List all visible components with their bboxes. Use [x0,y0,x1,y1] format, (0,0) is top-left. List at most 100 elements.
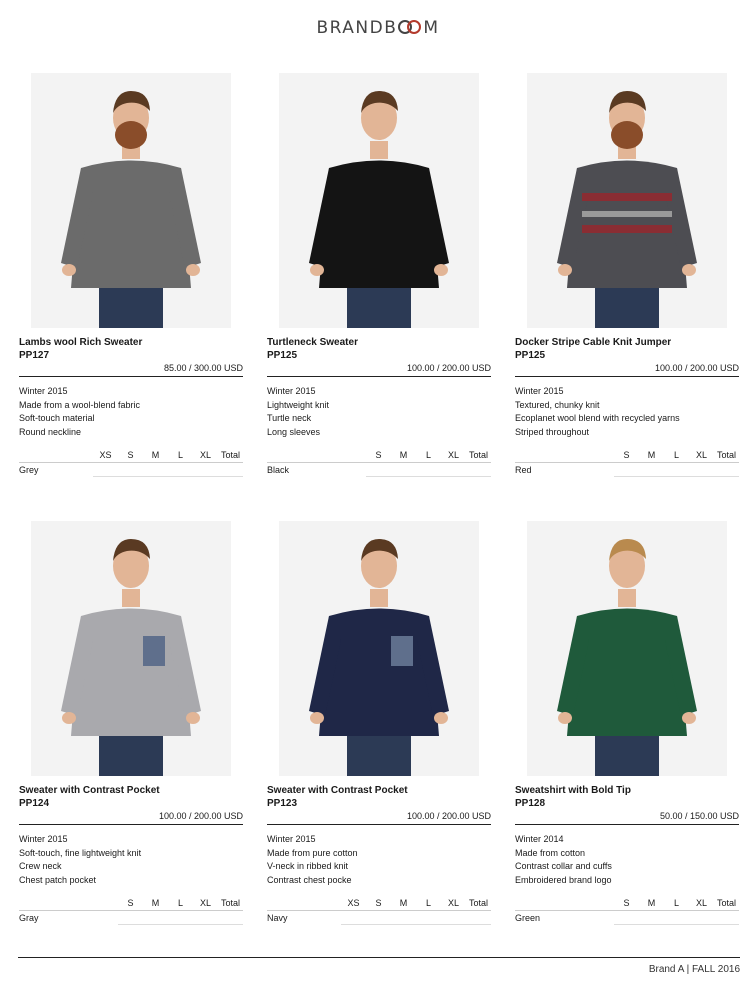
product-price: 100.00 / 200.00 USD [19,810,243,825]
quantity-input[interactable] [143,463,168,478]
quantity-input[interactable] [441,911,466,926]
size-grid: XS S M L XL Total Grey [19,449,243,478]
size-header: Total [716,450,736,461]
size-grid-row: Green [515,911,739,926]
quantity-cells [614,911,739,926]
size-header: XL [695,450,707,461]
product-details: Winter 2015 Made from pure cotton V-neck i… [267,833,491,887]
product-detail-line: Soft-touch material [19,413,95,424]
quantity-input[interactable] [366,463,391,478]
quantity-input[interactable] [689,911,714,926]
quantity-input[interactable] [391,911,416,926]
quantity-input[interactable] [391,463,416,478]
footer-text: Brand A | FALL 2016 [648,964,740,975]
logo-text-start: BRANDB [316,18,398,38]
quantity-input[interactable] [689,463,714,478]
quantity-cells [118,911,243,926]
product-detail-line: Embroidered brand logo [515,874,612,885]
product-photo [527,521,727,776]
product-photo [31,73,231,328]
product-detail-line: Made from pure cotton [267,847,358,858]
size-grid-header: S M L XL Total [515,897,739,912]
product-detail-line: Made from cotton [515,847,586,858]
quantity-input[interactable] [168,463,193,478]
product-card: Lambs wool Rich Sweater PP127 85.00 / 30… [19,73,243,478]
quantity-input[interactable] [639,911,664,926]
size-grid-row: Navy [267,911,491,926]
size-header: L [673,450,679,461]
product-price: 85.00 / 300.00 USD [19,362,243,377]
product-code: PP124 [19,798,50,809]
quantity-input[interactable] [466,463,491,478]
size-header: L [425,898,431,909]
product-detail-line: Long sleeves [267,426,321,437]
size-header: Total [220,450,240,461]
size-grid-header: S M L XL Total [19,897,243,912]
product-photo [31,521,231,776]
product-detail-line: Winter 2015 [19,386,68,396]
size-grid: S M L XL Total Black [267,449,491,478]
quantity-input[interactable] [193,463,218,478]
product-name: Lambs wool Rich Sweater [19,337,143,348]
quantity-input[interactable] [714,911,739,926]
product-photo [279,521,479,776]
product-details: Winter 2015 Textured, chunky knit Ecoplane… [515,385,739,439]
size-header: XL [199,450,211,461]
quantity-input[interactable] [714,463,739,478]
product-code: PP128 [515,798,546,809]
quantity-input[interactable] [441,463,466,478]
size-header: L [177,450,183,461]
product-name: Sweater with Contrast Pocket [267,785,408,796]
product-card: Sweater with Contrast Pocket PP124 100.0… [19,521,243,926]
product-detail-line: Round neckline [19,426,82,437]
size-header: L [425,450,431,461]
quantity-cells [341,911,491,926]
quantity-input[interactable] [466,911,491,926]
product-detail-line: Striped throughout [515,426,590,437]
quantity-input[interactable] [143,911,168,926]
product-detail-line: Chest patch pocket [19,874,97,885]
product-detail-line: Soft-touch, fine lightweight knit [19,847,142,858]
size-header: Total [468,898,488,909]
size-header: M [151,450,160,461]
size-grid-header: S M L XL Total [267,449,491,464]
product-name: Sweater with Contrast Pocket [19,785,160,796]
product-detail-line: Textured, chunky knit [515,399,600,410]
product-detail-line: Winter 2015 [267,834,316,844]
color-label: Grey [19,465,39,476]
size-header: L [177,898,183,909]
size-header: XS [99,450,112,461]
size-header: S [623,898,630,909]
color-label: Black [267,465,290,476]
size-header: M [399,450,408,461]
product-name: Turtleneck Sweater [267,337,358,348]
quantity-input[interactable] [341,911,366,926]
quantity-input[interactable] [218,911,243,926]
quantity-input[interactable] [118,463,143,478]
quantity-input[interactable] [118,911,143,926]
product-photo [527,73,727,328]
product-detail-line: Lightweight knit [267,399,330,410]
size-grid-row: Grey [19,463,243,478]
quantity-input[interactable] [193,911,218,926]
quantity-input[interactable] [664,463,689,478]
quantity-input[interactable] [664,911,689,926]
quantity-input[interactable] [614,463,639,478]
color-label: Red [515,465,532,476]
quantity-input[interactable] [416,463,441,478]
quantity-input[interactable] [93,463,118,478]
product-detail-line: Winter 2015 [267,386,316,396]
quantity-input[interactable] [614,911,639,926]
quantity-input[interactable] [366,911,391,926]
color-label: Navy [267,913,288,924]
size-header: L [673,898,679,909]
product-code: PP125 [267,350,298,361]
size-header: M [151,898,160,909]
size-header: Total [716,898,736,909]
product-detail-line: Made from a wool-blend fabric [19,399,141,410]
quantity-input[interactable] [416,911,441,926]
quantity-input[interactable] [218,463,243,478]
quantity-input[interactable] [639,463,664,478]
quantity-input[interactable] [168,911,193,926]
product-card: Turtleneck Sweater PP125 100.00 / 200.00… [267,73,491,478]
